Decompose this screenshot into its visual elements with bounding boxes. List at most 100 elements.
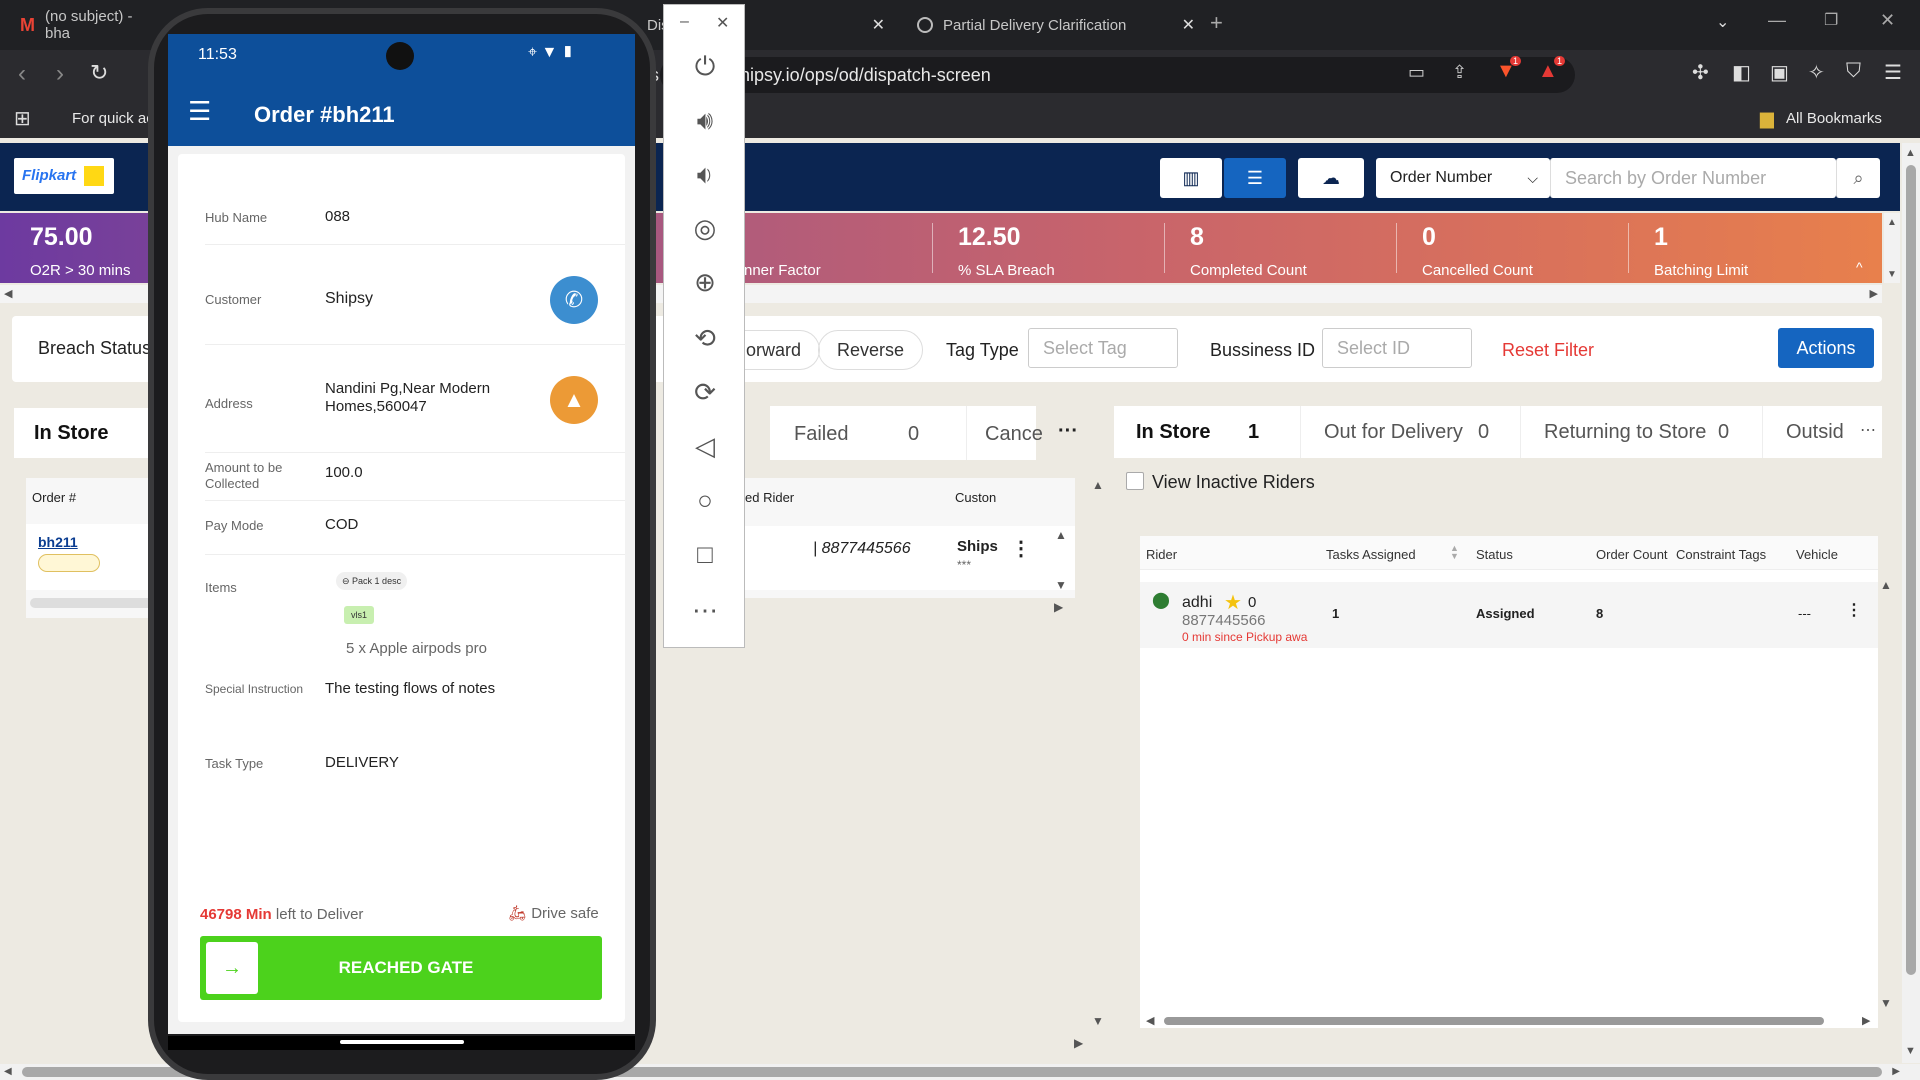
chevron-down-icon[interactable]: ⌄	[1716, 12, 1729, 32]
rider-row-menu-icon[interactable]: ⋮	[1846, 600, 1862, 620]
scroll-right-icon[interactable]: ▶	[1862, 1014, 1870, 1027]
order-link[interactable]: bh211	[38, 534, 78, 550]
more-icon[interactable]: ⋯	[664, 595, 746, 626]
extensions-icon[interactable]: ✣	[1692, 60, 1709, 85]
close-icon[interactable]: ✕	[872, 15, 885, 35]
search-type-select[interactable]: Order Number ⌵	[1376, 158, 1550, 198]
chevron-down-icon: ⌵	[1527, 169, 1538, 186]
reload-icon[interactable]: ↻	[90, 60, 108, 86]
share-icon[interactable]: ⇪	[1452, 62, 1467, 83]
tab-out-for-delivery[interactable]: Out for Delivery	[1324, 421, 1463, 444]
call-button[interactable]: ✆	[550, 276, 598, 324]
minimize-icon[interactable]: —	[1768, 10, 1786, 31]
home-icon[interactable]: ○	[664, 485, 746, 516]
overview-icon[interactable]: □	[664, 539, 746, 570]
close-window-icon[interactable]: ✕	[1880, 10, 1895, 31]
tab-rider-in-store[interactable]: In Store	[1136, 421, 1210, 444]
new-tab-icon[interactable]: +	[1210, 10, 1223, 36]
folder-icon: ▆	[1760, 108, 1774, 128]
tab-returning-to-store[interactable]: Returning to Store	[1544, 421, 1706, 444]
wallet-icon[interactable]: ▣	[1770, 60, 1789, 85]
collapse-icon[interactable]: ^	[1856, 259, 1863, 275]
leo-icon[interactable]: ✧	[1808, 60, 1825, 85]
scroll-up-icon[interactable]: ▲	[1055, 528, 1067, 542]
metric-value: 0	[1422, 223, 1436, 251]
scroll-left-icon[interactable]: ◀	[1146, 1014, 1154, 1027]
apps-grid-icon[interactable]: ⊞	[14, 106, 31, 131]
reached-gate-button[interactable]: → REACHED GATE	[200, 936, 602, 1000]
zoom-icon[interactable]: ⊕	[664, 267, 746, 298]
list-view-button[interactable]: ☰	[1224, 158, 1286, 198]
home-indicator[interactable]	[340, 1018, 464, 1022]
tab-favicon-icon	[917, 17, 933, 33]
map-view-button[interactable]: ▥	[1160, 158, 1222, 198]
page-vertical-scrollbar[interactable]: ▲ ▼	[1902, 143, 1920, 1063]
sidebar-icon[interactable]: ◧	[1732, 60, 1751, 85]
scroll-down-icon[interactable]: ▼	[1880, 996, 1892, 1010]
close-icon[interactable]: ✕	[716, 13, 729, 33]
back-icon[interactable]: ‹	[18, 60, 26, 88]
forward-icon[interactable]: ›	[56, 60, 64, 88]
reset-filter-link[interactable]: Reset Filter	[1502, 340, 1594, 361]
business-id-select[interactable]: Select ID	[1322, 328, 1472, 368]
cast-icon[interactable]: ▭	[1408, 62, 1425, 83]
vpn-icon[interactable]: ⛉	[1846, 60, 1861, 83]
maximize-icon[interactable]: ❐	[1824, 10, 1838, 30]
breach-status-filter[interactable]: Breach Status	[38, 338, 151, 359]
order-search-input[interactable]: Search by Order Number	[1550, 158, 1836, 198]
power-icon[interactable]: ⏻	[664, 51, 746, 83]
row-menu-icon[interactable]: ⋮	[1011, 536, 1031, 561]
tab-failed[interactable]: Failed	[794, 423, 848, 446]
table-row[interactable]: bh211	[26, 524, 154, 590]
status-badge	[38, 554, 100, 572]
tab-partial-delivery[interactable]: Partial Delivery Clarification ✕	[905, 8, 1205, 42]
all-bookmarks[interactable]: All Bookmarks	[1786, 110, 1882, 127]
camera-icon[interactable]: ◎	[664, 213, 746, 244]
status-time: 11:53	[198, 46, 237, 63]
rider-row[interactable]: ⬤ adhi ★ 0 8877445566 0 min since Pickup…	[1140, 582, 1878, 648]
reverse-toggle[interactable]: Reverse	[818, 330, 924, 370]
status-bar: 11:53 ⌖ ▼ ▮	[168, 34, 635, 82]
tag-select[interactable]: Select Tag	[1028, 328, 1178, 368]
scroll-right-icon[interactable]: ▶	[1054, 600, 1063, 614]
column-tasks-assigned[interactable]: Tasks Assigned	[1326, 547, 1416, 562]
metrics-scrollbar[interactable]: ▲ ▼	[1884, 213, 1900, 283]
scroll-down-icon[interactable]: ▼	[1055, 578, 1067, 592]
hamburger-icon[interactable]: ☰	[188, 96, 211, 127]
table-row[interactable]: | 8877445566 Ships *** ⋮	[745, 526, 1075, 590]
horizontal-scrollbar[interactable]	[30, 598, 154, 608]
rotate-right-icon[interactable]: ⟳	[664, 377, 746, 408]
tab-outside[interactable]: Outsid	[1786, 421, 1844, 444]
actions-button[interactable]: Actions	[1778, 328, 1874, 368]
menu-icon[interactable]: ☰	[1884, 60, 1902, 85]
minimize-icon[interactable]: –	[680, 13, 689, 31]
url-input[interactable]: hipsy.io/ops/od/dispatch-screen	[660, 57, 1575, 93]
tab-cancelled[interactable]: Cance	[966, 406, 1043, 460]
tab-gmail[interactable]: M (no subject) - bha	[8, 8, 168, 42]
scroll-down-icon[interactable]: ▼	[1092, 1014, 1104, 1028]
scroll-up-icon[interactable]: ▲	[1092, 478, 1104, 492]
gesture-bar[interactable]	[340, 1040, 464, 1044]
weather-button[interactable]: ☁	[1298, 158, 1364, 198]
sort-icon[interactable]: ▲ ▼	[1450, 544, 1459, 561]
back-icon[interactable]: ◁	[664, 431, 746, 462]
rider-hscroll-thumb[interactable]	[1164, 1017, 1824, 1025]
rotate-left-icon[interactable]: ⟲	[664, 323, 746, 354]
volume-up-icon[interactable]: 🔊︎	[664, 105, 746, 137]
close-icon[interactable]: ✕	[1182, 15, 1195, 35]
status-icons: ⌖ ▼ ▮	[528, 44, 574, 61]
volume-down-icon[interactable]: 🔉︎	[664, 159, 746, 191]
amount-label-2: Collected	[205, 476, 260, 491]
cloud-icon: ☁	[1322, 167, 1340, 188]
scroll-right-icon[interactable]: ▶	[1074, 1036, 1083, 1050]
metric-value: 1	[1654, 223, 1668, 251]
middle-orders-table: ed Rider Custon | 8877445566 Ships *** ⋮…	[745, 478, 1075, 598]
search-button[interactable]: ⌕	[1836, 158, 1880, 198]
view-inactive-checkbox[interactable]	[1126, 472, 1144, 490]
more-tabs-icon[interactable]: ⋯	[1860, 420, 1876, 440]
scroll-up-icon[interactable]: ▲	[1880, 578, 1892, 592]
divider	[1628, 223, 1629, 273]
navigate-button[interactable]: ▲	[550, 376, 598, 424]
more-tabs-button[interactable]: ···	[1058, 420, 1078, 443]
tab-in-store[interactable]: In Store	[34, 422, 108, 445]
